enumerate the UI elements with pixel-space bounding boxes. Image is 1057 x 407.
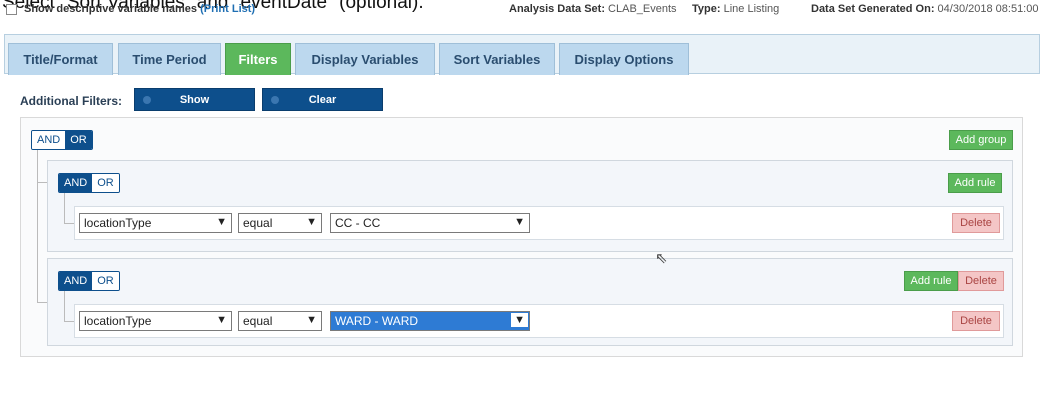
value-select[interactable]: CC - CC ▼	[330, 213, 530, 233]
show-button[interactable]: Show	[134, 88, 255, 111]
add-group-button[interactable]: Add group	[949, 130, 1013, 150]
group-2-and-option[interactable]: AND	[59, 272, 93, 290]
chevron-down-icon: ▼	[511, 313, 528, 327]
tab-display-options[interactable]: Display Options	[559, 43, 689, 75]
root-condition-toggle[interactable]: AND OR	[31, 130, 93, 150]
additional-filters-label: Additional Filters:	[20, 94, 122, 108]
dataset-type: Type: Line Listing	[692, 3, 780, 15]
root-and-option[interactable]: AND	[32, 131, 66, 149]
tab-title-format[interactable]: Title/Format	[8, 43, 113, 75]
operator-select[interactable]: equal ▼	[238, 311, 322, 331]
chevron-down-icon: ▼	[306, 216, 317, 228]
field-select[interactable]: locationType ▼	[79, 213, 232, 233]
tab-filters[interactable]: Filters	[225, 43, 291, 75]
chevron-down-icon: ▼	[216, 216, 227, 228]
chevron-down-icon: ▼	[514, 216, 525, 228]
tab-sort-variables[interactable]: Sort Variables	[439, 43, 555, 75]
query-builder: AND OR Add group AND OR Add rule locatio…	[20, 117, 1023, 357]
add-rule-button[interactable]: Add rule	[904, 271, 958, 291]
group-1-condition-toggle[interactable]: AND OR	[58, 173, 120, 193]
top-bar: Show descriptive variable names (Print L…	[6, 2, 1054, 18]
clear-icon	[271, 96, 279, 104]
tree-line	[37, 182, 47, 183]
chevron-down-icon: ▼	[216, 314, 227, 326]
clear-button[interactable]: Clear	[262, 88, 383, 111]
operator-select[interactable]: equal ▼	[238, 213, 322, 233]
show-descriptive-label: Show descriptive variable names (Print L…	[24, 3, 256, 15]
show-descriptive-checkbox[interactable]	[6, 4, 17, 15]
add-rule-button[interactable]: Add rule	[948, 173, 1002, 193]
tree-line	[37, 302, 47, 303]
group-2-or-option[interactable]: OR	[92, 272, 119, 290]
dataset-generated: Data Set Generated On: 04/30/2018 08:51:…	[811, 3, 1039, 15]
delete-group-button[interactable]: Delete	[958, 271, 1004, 291]
root-or-option[interactable]: OR	[65, 131, 92, 149]
tree-line	[37, 150, 38, 302]
tree-line	[64, 321, 74, 322]
tree-line	[64, 223, 74, 224]
delete-rule-button[interactable]: Delete	[952, 213, 1000, 233]
show-icon	[143, 96, 151, 104]
field-select[interactable]: locationType ▼	[79, 311, 232, 331]
group-2-condition-toggle[interactable]: AND OR	[58, 271, 120, 291]
tree-line	[64, 291, 65, 321]
filter-group-2: AND OR Add rule Delete locationType ▼ equ…	[47, 258, 1013, 346]
tab-display-variables[interactable]: Display Variables	[295, 43, 435, 75]
group-1-and-option[interactable]: AND	[59, 174, 93, 192]
mouse-cursor-icon: ⇖	[655, 250, 668, 267]
tree-line	[64, 193, 65, 223]
tab-bar: Title/Format Time Period Filters Display…	[4, 34, 1040, 75]
chevron-down-icon: ▼	[306, 314, 317, 326]
delete-rule-button[interactable]: Delete	[952, 311, 1000, 331]
analysis-dataset: Analysis Data Set: CLAB_Events	[509, 3, 677, 15]
value-select[interactable]: WARD - WARD ▼	[330, 311, 530, 331]
group-1-or-option[interactable]: OR	[92, 174, 119, 192]
filter-group-1: AND OR Add rule locationType ▼ equal ▼ CC …	[47, 160, 1013, 252]
filter-rule: locationType ▼ equal ▼ CC - CC ▼ Delete	[74, 206, 1004, 240]
print-list-link[interactable]: (Print List)	[200, 3, 255, 15]
filter-rule: locationType ▼ equal ▼ WARD - WARD ▼ Delete	[74, 304, 1004, 338]
tab-time-period[interactable]: Time Period	[118, 43, 221, 75]
